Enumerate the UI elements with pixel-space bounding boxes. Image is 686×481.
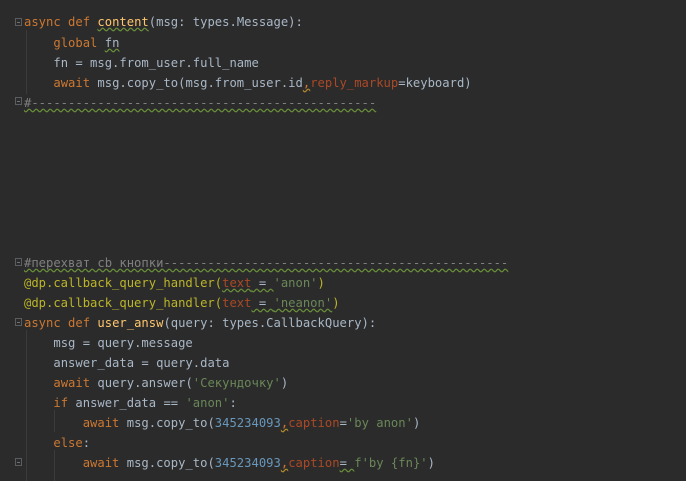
code-text: msg.copy_to( [126, 456, 215, 470]
code-line[interactable]: if answer_data == 'anon': [24, 393, 237, 413]
fold-marker-icon[interactable] [15, 458, 22, 466]
code-line[interactable]: else: [24, 433, 90, 453]
param-name: caption [288, 456, 340, 470]
code-text: ) [427, 456, 435, 470]
code-text: msg.copy_to( [126, 416, 215, 430]
code-text: (query: types.CallbackQuery): [163, 316, 377, 330]
keyword: def [68, 15, 91, 29]
string-literal: 'anon' [185, 396, 230, 410]
code-line[interactable]: @dp.callback_query_handler(text = 'anon'… [24, 273, 325, 293]
code-line[interactable]: async def user_answ(query: types.Callbac… [24, 313, 376, 333]
code-line[interactable]: await query.answer('Секундочку') [24, 373, 288, 393]
code-line[interactable]: #перехват cb кнопки---------------------… [24, 253, 508, 273]
string-literal: 'by anon' [346, 416, 413, 430]
comment: #перехват cb кнопки---------------------… [24, 256, 509, 270]
number-literal: 345234093 [214, 416, 281, 430]
code-editor[interactable]: async def content(msg: types.Message): g… [0, 0, 686, 481]
code-line[interactable]: answer_data = query.data [24, 353, 229, 373]
string-literal: f'by {fn}' [354, 456, 428, 470]
number-literal: 345234093 [214, 456, 281, 470]
editor-gutter [0, 0, 24, 481]
keyword: else [53, 436, 83, 450]
code-text: = [339, 416, 347, 430]
keyword: global [53, 36, 98, 50]
decorator: ) [317, 276, 325, 290]
code-text: = [251, 296, 274, 310]
code-line[interactable]: await msg.copy_to(345234093,caption= f'b… [24, 453, 435, 473]
code-line[interactable]: msg = query.message [24, 333, 193, 353]
keyword: async [24, 15, 61, 29]
decorator: @dp.callback_query_handler( [24, 296, 223, 310]
fold-marker-icon[interactable] [15, 258, 22, 266]
decorator: ) [332, 296, 340, 310]
code-text: : [229, 396, 237, 410]
fold-marker-icon[interactable] [15, 318, 22, 326]
param-name: text [222, 296, 252, 310]
code-line[interactable]: await msg.copy_to(msg.from_user.id,reply… [24, 73, 472, 93]
code-text: ) [280, 376, 289, 390]
code-text: ) [412, 416, 421, 430]
comment: #---------------------------------------… [24, 96, 377, 110]
code-text: =keyboard) [398, 76, 472, 90]
code-text: = [251, 276, 274, 290]
code-text: answer_data = query.data [53, 356, 230, 370]
code-text: query.answer( [97, 376, 193, 390]
code-line[interactable]: @dp.callback_query_handler(text = 'neano… [24, 293, 340, 313]
keyword: await [82, 456, 120, 470]
function-name: content [97, 15, 149, 29]
code-text: msg = query.message [53, 336, 193, 350]
function-name: user_answ [97, 316, 164, 330]
fold-marker-icon[interactable] [15, 18, 22, 26]
string-literal: 'anon' [273, 276, 318, 290]
keyword: def [68, 316, 91, 330]
string-literal: 'neanon' [273, 296, 333, 310]
keyword: await [82, 416, 120, 430]
string-literal: 'Секундочку' [192, 376, 281, 390]
code-line[interactable]: #---------------------------------------… [24, 93, 376, 113]
code-line[interactable]: fn = msg.from_user.full_name [24, 53, 259, 73]
decorator: @dp.callback_query_handler( [24, 276, 223, 290]
keyword: async [24, 316, 61, 330]
param-name: caption [288, 416, 340, 430]
code-text: fn = msg.from_user.full_name [53, 56, 259, 70]
code-line[interactable]: async def content(msg: types.Message): [24, 12, 303, 32]
param-name: text [222, 276, 252, 290]
code-line[interactable]: global fn [24, 33, 119, 53]
code-text: msg.copy_to(msg.from_user.id [97, 76, 303, 90]
code-text: (msg: types.Message): [148, 15, 303, 29]
param-name: reply_markup [310, 76, 399, 90]
fold-marker-icon[interactable] [15, 97, 22, 105]
code-text: = [339, 456, 355, 470]
code-line[interactable]: await msg.copy_to(345234093,caption='by … [24, 413, 421, 433]
code-text: fn [104, 36, 120, 50]
code-text: : [82, 436, 91, 450]
keyword: if [53, 396, 69, 410]
keyword: await [53, 76, 91, 90]
keyword: await [53, 376, 91, 390]
code-text: answer_data == [75, 396, 186, 410]
